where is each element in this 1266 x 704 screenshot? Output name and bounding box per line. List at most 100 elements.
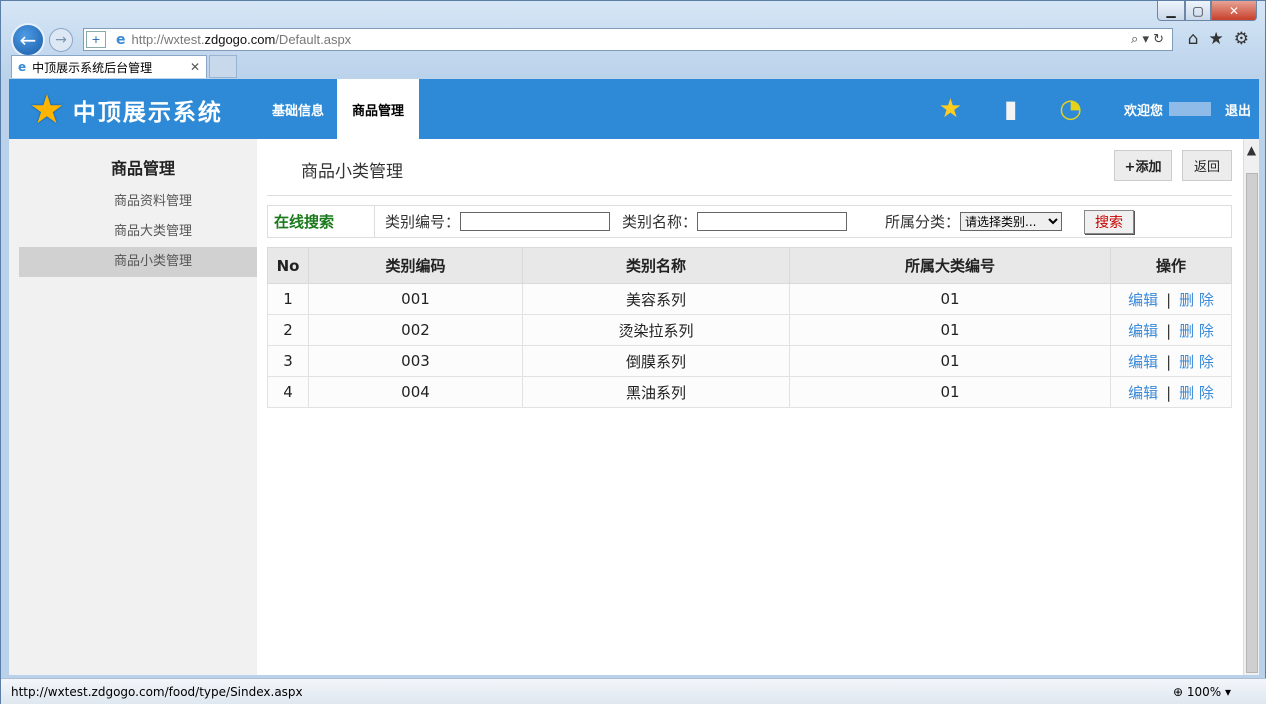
row-no: 4 bbox=[267, 376, 309, 408]
window-controls: ▁ ▢ ✕ bbox=[1157, 1, 1257, 21]
delete-link[interactable]: 删 除 bbox=[1179, 291, 1214, 309]
close-tab-icon[interactable]: ✕ bbox=[190, 60, 200, 74]
nav-buttons: ← → bbox=[11, 23, 73, 57]
edit-link[interactable]: 编辑 bbox=[1128, 291, 1158, 309]
edit-link[interactable]: 编辑 bbox=[1128, 322, 1158, 340]
row-name: 烫染拉系列 bbox=[522, 314, 790, 346]
favorite-star-icon[interactable]: ★ bbox=[939, 94, 962, 124]
row-actions: 编辑 | 删 除 bbox=[1110, 376, 1232, 408]
logo-text: 中顶展示系统 bbox=[72, 100, 223, 126]
address-tools-icon[interactable]: ⌕ ▾ ↻ bbox=[1131, 32, 1164, 47]
category-select[interactable]: 请选择类别... bbox=[960, 212, 1063, 231]
col-parent: 所属大类编号 bbox=[789, 247, 1111, 284]
name-label: 类别名称： bbox=[622, 213, 698, 231]
row-name: 美容系列 bbox=[522, 283, 790, 315]
page-title: 商品小类管理 bbox=[301, 162, 403, 182]
menu-item-goods[interactable]: 商品管理 bbox=[337, 79, 420, 139]
sidebar-item-goods-info[interactable]: 商品资料管理 bbox=[19, 187, 257, 217]
browser-window: ▁ ▢ ✕ ← → + e http://wxtest.zdgogo.com/D… bbox=[0, 0, 1266, 704]
vertical-scrollbar[interactable]: ▲ bbox=[1243, 139, 1259, 675]
row-parent: 01 bbox=[789, 345, 1111, 377]
logout-link[interactable]: 退出 bbox=[1225, 100, 1251, 119]
edit-link[interactable]: 编辑 bbox=[1128, 384, 1158, 402]
status-bar: http://wxtest.zdgogo.com/food/type/Sinde… bbox=[1, 678, 1266, 704]
scroll-thumb[interactable] bbox=[1246, 173, 1258, 673]
table-row: 1 001 美容系列 01 编辑 | 删 除 bbox=[267, 283, 1232, 315]
history-clock-icon[interactable]: ◔ bbox=[1059, 94, 1082, 124]
row-parent: 01 bbox=[789, 283, 1111, 315]
action-separator: | bbox=[1166, 321, 1172, 340]
row-actions: 编辑 | 删 除 bbox=[1110, 283, 1232, 315]
action-separator: | bbox=[1166, 383, 1172, 402]
row-code: 002 bbox=[308, 314, 523, 346]
search-bar: 在线搜索 类别编号： 类别名称： 所属分类： 请选择类别... 搜索 bbox=[267, 205, 1232, 238]
address-bar[interactable]: + e http://wxtest.zdgogo.com/Default.asp… bbox=[83, 28, 1173, 51]
username-redacted bbox=[1168, 102, 1211, 116]
notebook-icon[interactable]: ▮ bbox=[1004, 95, 1017, 123]
logo[interactable]: ★ 中顶展示系统 bbox=[29, 87, 223, 133]
ie-icon: e bbox=[116, 31, 126, 48]
main-content: 商品小类管理 +添加 返回 在线搜索 类别编号： 类别名称： 所属分类： 请选择… bbox=[257, 139, 1243, 675]
back-button[interactable]: 返回 bbox=[1182, 150, 1232, 181]
divider bbox=[267, 195, 1232, 196]
row-name: 倒膜系列 bbox=[522, 345, 790, 377]
row-no: 2 bbox=[267, 314, 309, 346]
row-no: 1 bbox=[267, 283, 309, 315]
minimize-button[interactable]: ▁ bbox=[1157, 1, 1185, 21]
action-separator: | bbox=[1166, 290, 1172, 309]
col-code: 类别编码 bbox=[308, 247, 523, 284]
delete-link[interactable]: 删 除 bbox=[1179, 322, 1214, 340]
code-input[interactable] bbox=[460, 212, 611, 231]
row-code: 004 bbox=[308, 376, 523, 408]
delete-link[interactable]: 删 除 bbox=[1179, 384, 1214, 402]
status-url: http://wxtest.zdgogo.com/food/type/Sinde… bbox=[11, 684, 303, 699]
header-right: ★ ▮ ◔ 欢迎您 退出 bbox=[939, 79, 1259, 139]
close-window-button[interactable]: ✕ bbox=[1211, 1, 1257, 21]
forward-arrow-icon[interactable]: → bbox=[49, 28, 73, 52]
row-name: 黑油系列 bbox=[522, 376, 790, 408]
top-menu: 基础信息 商品管理 bbox=[259, 79, 420, 139]
table-row: 2 002 烫染拉系列 01 编辑 | 删 除 bbox=[267, 314, 1232, 346]
web-page: ★ 中顶展示系统 基础信息 商品管理 ★ ▮ ◔ 欢迎您 退出 商品管理 商品资… bbox=[9, 79, 1259, 675]
sidebar-item-major-category[interactable]: 商品大类管理 bbox=[19, 217, 257, 247]
code-label: 类别编号： bbox=[385, 213, 461, 231]
ie-tab-icon: e bbox=[18, 60, 27, 74]
row-parent: 01 bbox=[789, 314, 1111, 346]
zoom-level[interactable]: ⊕ 100% ▾ bbox=[1173, 685, 1231, 699]
logo-star-icon: ★ bbox=[29, 87, 65, 133]
edit-link[interactable]: 编辑 bbox=[1128, 353, 1158, 371]
zoom-icon: ⊕ bbox=[1172, 684, 1187, 699]
home-icon[interactable]: ⌂ bbox=[1188, 29, 1199, 49]
favorites-star-icon[interactable]: ★ bbox=[1209, 29, 1224, 49]
maximize-button[interactable]: ▢ bbox=[1185, 1, 1211, 21]
new-tab-button[interactable] bbox=[209, 55, 237, 78]
search-button[interactable]: 搜索 bbox=[1084, 209, 1135, 234]
row-actions: 编辑 | 删 除 bbox=[1110, 314, 1232, 346]
welcome-text: 欢迎您 bbox=[1123, 103, 1163, 119]
top-header: ★ 中顶展示系统 基础信息 商品管理 ★ ▮ ◔ 欢迎您 退出 bbox=[9, 79, 1259, 139]
scroll-up-icon[interactable]: ▲ bbox=[1244, 143, 1259, 157]
tab-title: 中顶展示系统后台管理 bbox=[32, 60, 153, 75]
compat-shield-icon[interactable]: + bbox=[86, 31, 106, 48]
menu-item-basic-info[interactable]: 基础信息 bbox=[259, 79, 337, 139]
delete-link[interactable]: 删 除 bbox=[1179, 353, 1214, 371]
table-row: 4 004 黑油系列 01 编辑 | 删 除 bbox=[267, 376, 1232, 408]
browser-toolbar: ⌂ ★ ⚙ bbox=[1188, 29, 1249, 49]
row-code: 003 bbox=[308, 345, 523, 377]
row-code: 001 bbox=[308, 283, 523, 315]
search-label: 在线搜索 bbox=[268, 206, 375, 237]
settings-gear-icon[interactable]: ⚙ bbox=[1234, 29, 1249, 49]
name-input[interactable] bbox=[697, 212, 848, 231]
category-table: No 类别编码 类别名称 所属大类编号 操作 1 001 美容系列 01 编辑 |… bbox=[267, 247, 1232, 408]
col-no: No bbox=[267, 247, 309, 284]
add-button[interactable]: +添加 bbox=[1114, 150, 1172, 181]
address-url[interactable]: http://wxtest.zdgogo.com/Default.aspx bbox=[132, 32, 352, 47]
back-arrow-icon[interactable]: ← bbox=[11, 23, 45, 57]
col-name: 类别名称 bbox=[522, 247, 790, 284]
sidebar-item-minor-category[interactable]: 商品小类管理 bbox=[19, 247, 257, 277]
row-parent: 01 bbox=[789, 376, 1111, 408]
row-actions: 编辑 | 删 除 bbox=[1110, 345, 1232, 377]
table-row: 3 003 倒膜系列 01 编辑 | 删 除 bbox=[267, 345, 1232, 377]
row-no: 3 bbox=[267, 345, 309, 377]
browser-tab[interactable]: e 中顶展示系统后台管理 ✕ bbox=[11, 55, 207, 78]
